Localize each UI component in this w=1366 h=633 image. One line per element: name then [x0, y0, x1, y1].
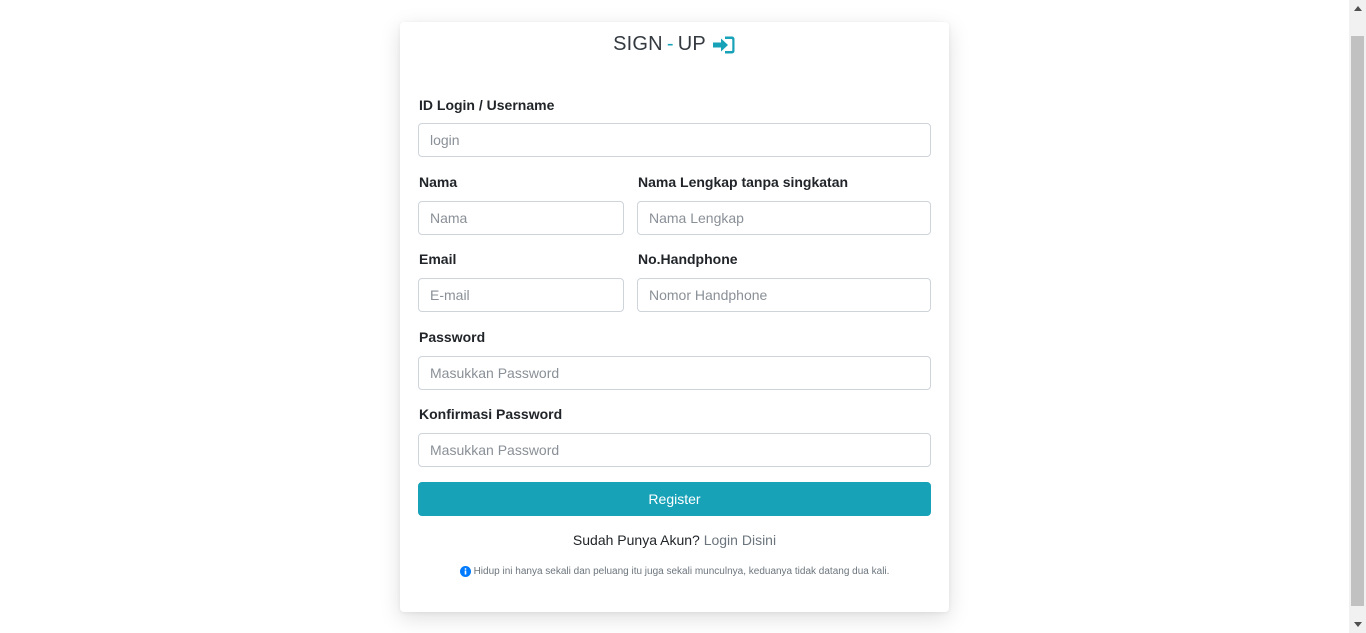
email-input[interactable] [418, 278, 624, 312]
login-label: ID Login / Username [419, 97, 555, 113]
nama-input[interactable] [418, 201, 624, 235]
email-label: Email [419, 251, 457, 267]
title-dash: - [666, 33, 674, 55]
scroll-up-arrow-icon[interactable] [1349, 0, 1366, 17]
password-input[interactable] [418, 356, 931, 390]
scroll-down-arrow-icon[interactable] [1349, 616, 1366, 633]
title-part-2: UP [677, 33, 706, 55]
nama-lengkap-label: Nama Lengkap tanpa singkatan [638, 174, 849, 190]
info-circle-icon [459, 566, 471, 577]
title-part-1: SIGN [613, 33, 663, 55]
handphone-input[interactable] [637, 278, 931, 312]
scrollbar-thumb[interactable] [1351, 36, 1364, 606]
handphone-label: No.Handphone [638, 251, 738, 267]
konfirmasi-password-input[interactable] [418, 433, 931, 467]
nama-lengkap-input[interactable] [637, 201, 931, 235]
have-account-row: Sudah Punya Akun? Login Disini [400, 532, 949, 548]
sign-in-icon [712, 35, 736, 55]
quote-text: Hidup ini hanya sekali dan peluang itu j… [473, 566, 890, 577]
nama-label: Nama [419, 174, 458, 190]
register-button[interactable]: Register [418, 482, 931, 516]
login-input[interactable] [418, 123, 931, 157]
konfirmasi-password-label: Konfirmasi Password [419, 406, 563, 422]
vertical-scrollbar[interactable] [1349, 0, 1366, 633]
password-label: Password [419, 329, 486, 345]
signup-card: SIGN-UP ID Login / Username Nama Nama Le… [400, 22, 949, 612]
login-link[interactable]: Login Disini [704, 532, 776, 548]
page: SIGN-UP ID Login / Username Nama Nama Le… [0, 0, 1366, 633]
have-account-text: Sudah Punya Akun? [572, 532, 700, 548]
quote-row: Hidup ini hanya sekali dan peluang itu j… [400, 566, 949, 577]
page-title: SIGN - UP [400, 33, 949, 56]
